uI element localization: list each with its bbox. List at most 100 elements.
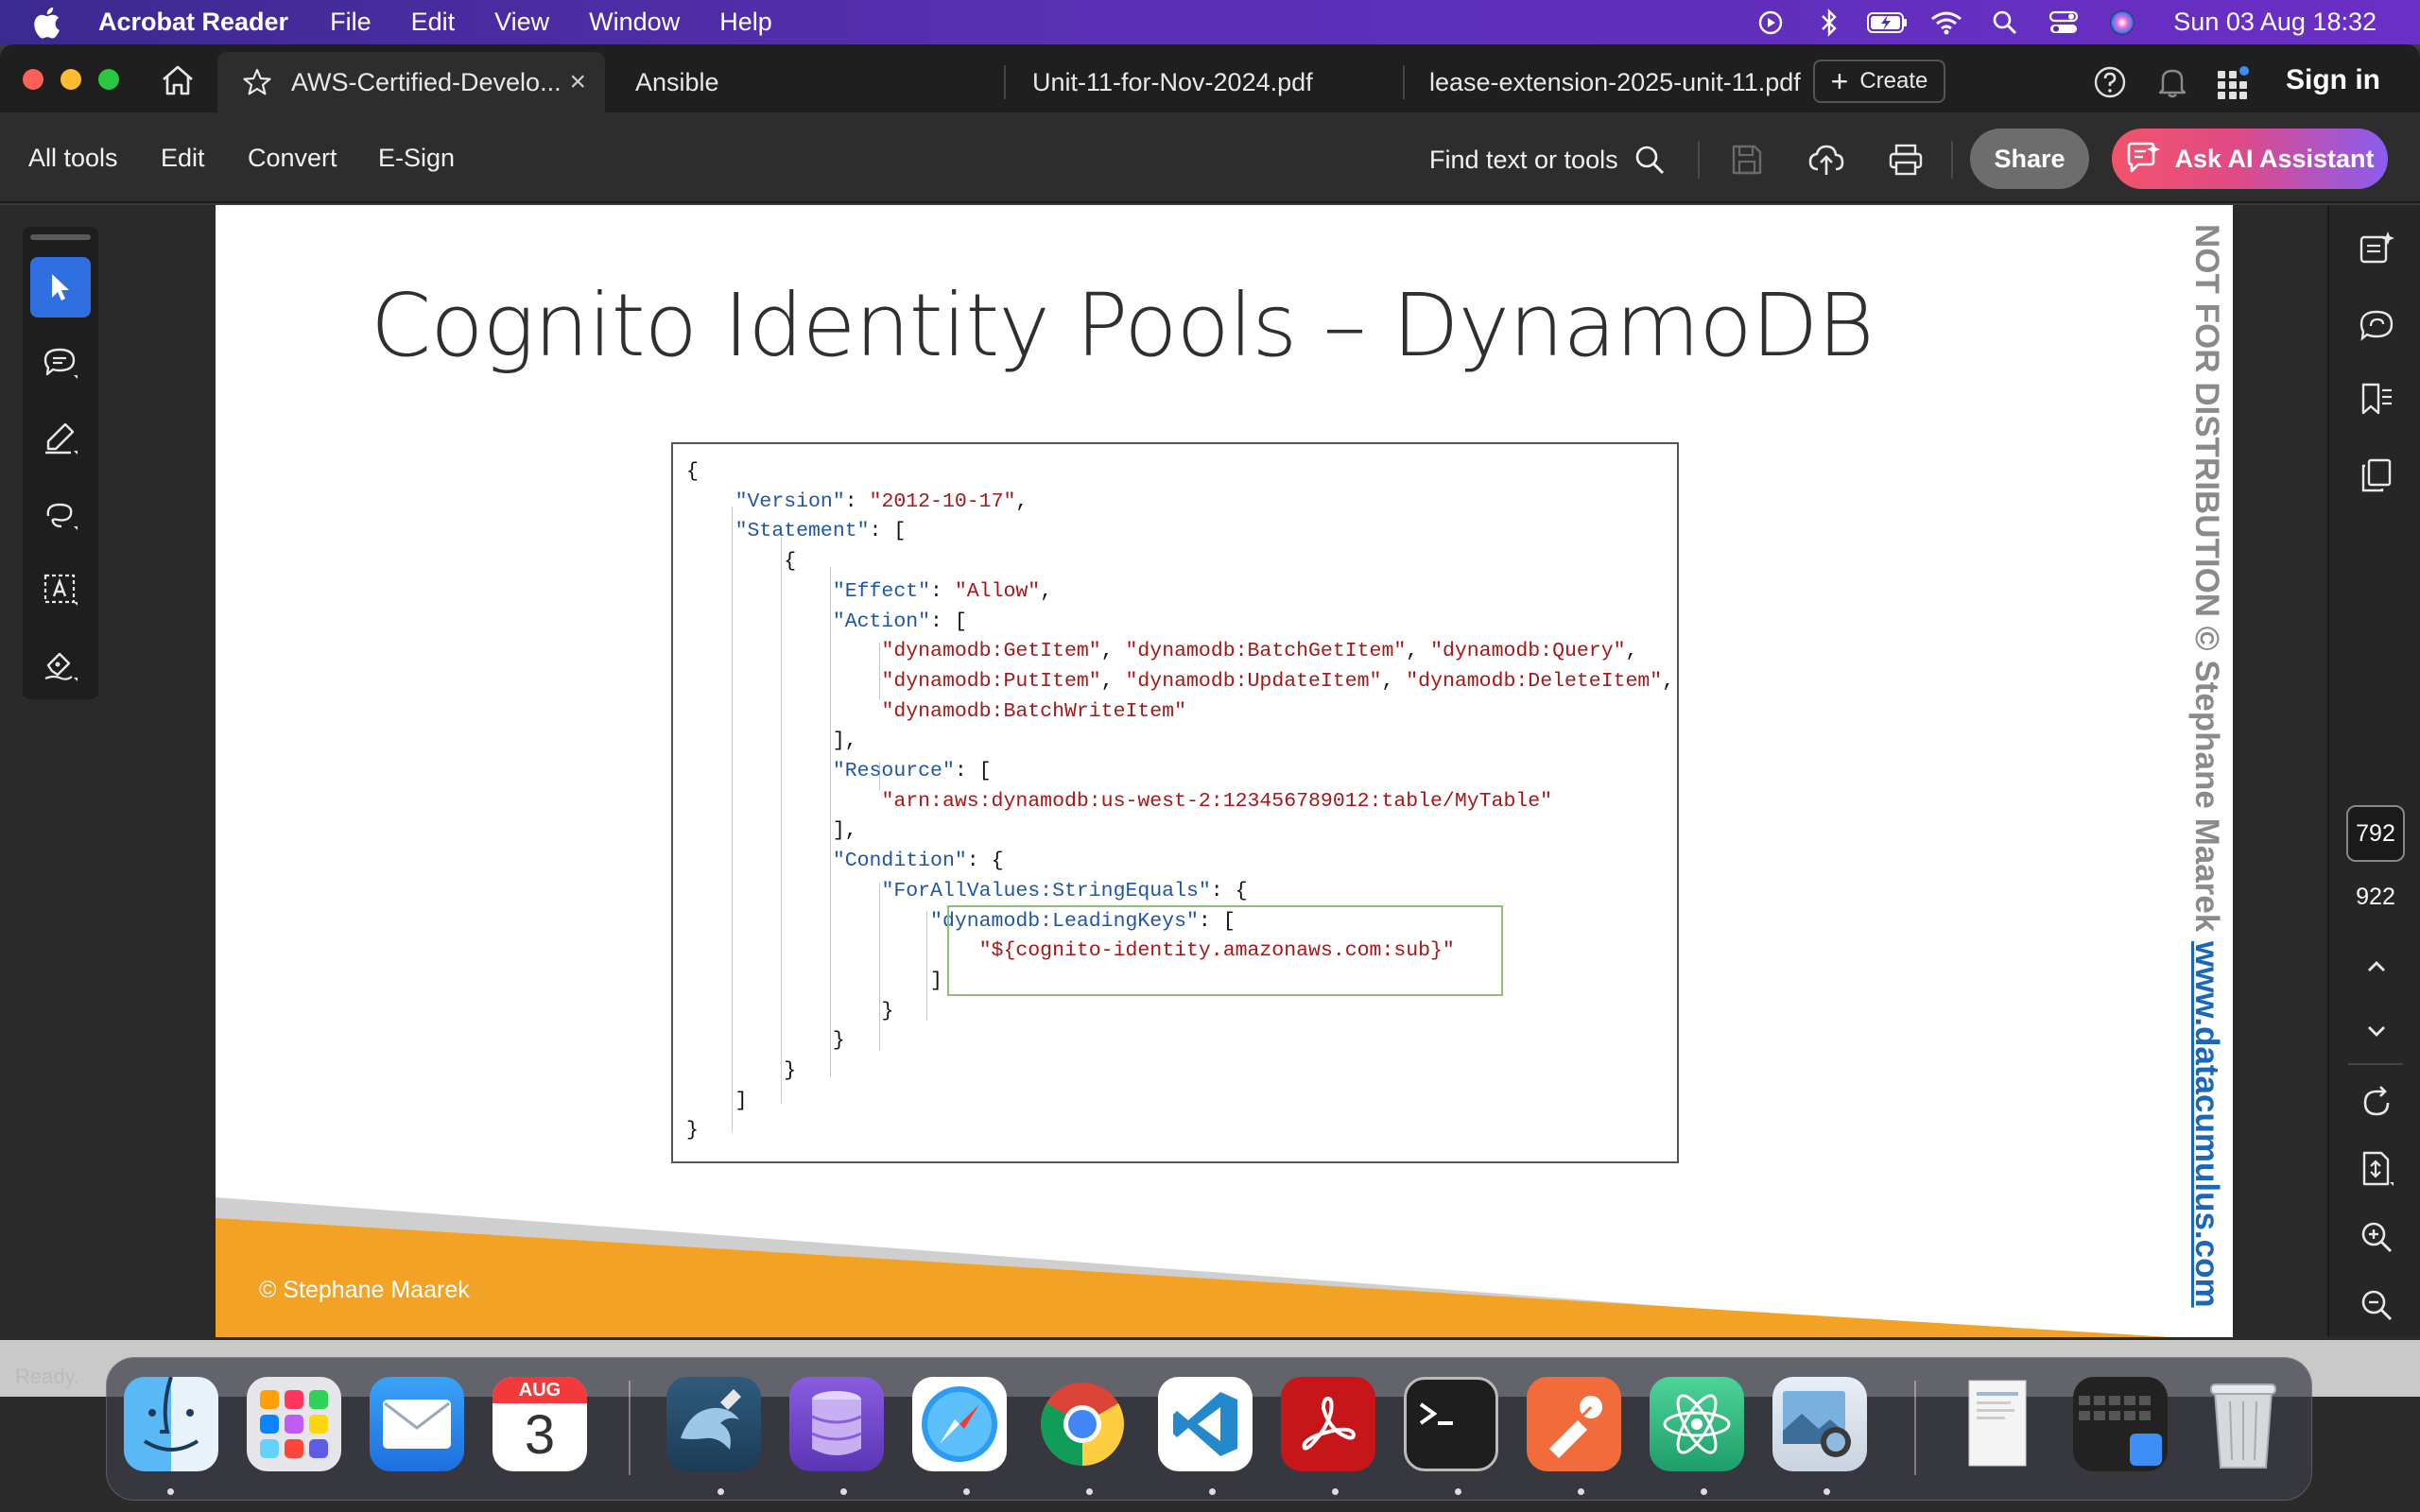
- window-close-button[interactable]: [23, 69, 43, 90]
- mysql-workbench-icon[interactable]: [666, 1377, 761, 1471]
- select-tool-button[interactable]: [30, 257, 91, 318]
- main-toolbar: All tools Edit Convert E-Sign Find text …: [0, 112, 2420, 203]
- acrobat-icon[interactable]: [1281, 1377, 1375, 1471]
- current-page-input[interactable]: 792: [2346, 805, 2405, 862]
- bookmarks-icon[interactable]: [2354, 377, 2399, 422]
- apps-grid-icon[interactable]: [2214, 63, 2252, 101]
- comment-tool-button[interactable]: [30, 333, 91, 393]
- wifi-icon[interactable]: [1924, 0, 1969, 44]
- freehand-icon: [46, 503, 78, 530]
- terminal-icon[interactable]: [1404, 1377, 1498, 1471]
- code-line: ]: [930, 969, 942, 992]
- siri-icon[interactable]: [2100, 0, 2145, 44]
- documents-stack-icon[interactable]: [1950, 1377, 2045, 1471]
- menu-window[interactable]: Window: [589, 8, 680, 37]
- window-minimize-button[interactable]: [60, 69, 81, 90]
- tab-close-icon[interactable]: ×: [569, 66, 586, 98]
- running-indicator: [717, 1488, 724, 1495]
- trash-icon[interactable]: [2196, 1377, 2290, 1471]
- save-icon[interactable]: [1726, 139, 1768, 180]
- convert-menu[interactable]: Convert: [248, 144, 337, 173]
- play-icon[interactable]: [1748, 0, 1793, 44]
- draw-tool-button[interactable]: [30, 484, 91, 544]
- database-app-icon[interactable]: [789, 1377, 884, 1471]
- zoom-out-icon[interactable]: [2354, 1282, 2399, 1328]
- comments-panel-icon[interactable]: [2354, 303, 2399, 349]
- finder-icon[interactable]: [124, 1377, 218, 1471]
- text-box-tool-button[interactable]: [30, 559, 91, 620]
- slide-title: Cognito Identity Pools – DynamoDB: [371, 275, 1875, 376]
- create-tab-button[interactable]: + Create: [1813, 60, 1945, 103]
- ai-summary-icon[interactable]: [2354, 226, 2399, 271]
- control-center-icon[interactable]: [2041, 0, 2086, 44]
- star-icon[interactable]: [242, 67, 272, 97]
- window-zoom-button[interactable]: [98, 69, 119, 90]
- menu-file[interactable]: File: [330, 8, 372, 37]
- json-string: "dynamodb:BatchGetItem": [1125, 640, 1407, 663]
- launchpad-icon[interactable]: [247, 1377, 341, 1471]
- json-key: "Version": [735, 490, 845, 513]
- pdf-page[interactable]: Cognito Identity Pools – DynamoDB { "Ver…: [216, 205, 2233, 1337]
- edit-menu[interactable]: Edit: [161, 144, 205, 173]
- watermark-link[interactable]: www.datacumulus.com: [2188, 941, 2225, 1308]
- highlight-tool-button[interactable]: [30, 408, 91, 469]
- bluetooth-icon[interactable]: [1806, 0, 1852, 44]
- print-icon[interactable]: [1885, 139, 1927, 180]
- tab-ansible[interactable]: Ansible: [635, 52, 719, 112]
- mail-icon[interactable]: [370, 1377, 464, 1471]
- tab-aws-certified[interactable]: AWS-Certified-Develo... ×: [217, 52, 605, 112]
- home-icon[interactable]: [157, 61, 199, 99]
- tab-divider: [1403, 65, 1405, 99]
- chrome-icon[interactable]: [1035, 1377, 1130, 1471]
- zoom-in-icon[interactable]: [2354, 1214, 2399, 1260]
- drag-handle[interactable]: [30, 234, 91, 240]
- vscode-icon[interactable]: [1158, 1377, 1253, 1471]
- esign-menu[interactable]: E-Sign: [378, 144, 455, 173]
- battery-icon[interactable]: [1865, 0, 1910, 44]
- highlighter-icon: [45, 422, 78, 455]
- tab-unit-11[interactable]: Unit-11-for-Nov-2024.pdf: [1032, 52, 1313, 112]
- preview-icon[interactable]: [1772, 1377, 1867, 1471]
- notifications-bell-icon[interactable]: [2153, 63, 2191, 101]
- apple-icon[interactable]: [32, 7, 70, 39]
- running-indicator: [840, 1488, 847, 1495]
- menubar-clock[interactable]: Sun 03 Aug 18:32: [2173, 8, 2377, 37]
- chevron-up-icon[interactable]: [2354, 944, 2399, 989]
- json-string: "dynamodb:DeleteItem": [1406, 669, 1663, 693]
- json-string: "dynamodb:BatchWriteItem": [881, 699, 1186, 723]
- page-fit-icon[interactable]: [2354, 1146, 2399, 1192]
- plus-icon: +: [1830, 64, 1849, 98]
- menu-view[interactable]: View: [494, 8, 549, 37]
- tab-lease-extension[interactable]: lease-extension-2025-unit-11.pdf: [1429, 52, 1801, 112]
- rotate-icon[interactable]: [2354, 1080, 2399, 1125]
- chevron-down-icon[interactable]: [2354, 1008, 2399, 1054]
- cloud-upload-icon[interactable]: [1806, 139, 1847, 180]
- app-menu[interactable]: Acrobat Reader: [98, 8, 288, 37]
- safari-icon[interactable]: [912, 1377, 1007, 1471]
- screenshot-stack-icon[interactable]: [2073, 1377, 2168, 1471]
- sign-in-button[interactable]: Sign in: [2286, 64, 2380, 96]
- atom-icon[interactable]: [1650, 1377, 1744, 1471]
- json-key: "Effect": [832, 579, 931, 603]
- page-thumbnails-icon[interactable]: [2354, 453, 2399, 498]
- quick-tools-rail: [23, 227, 98, 699]
- calendar-icon[interactable]: AUG 3: [493, 1377, 587, 1471]
- code-line: {: [686, 460, 699, 483]
- find-text-or-tools[interactable]: Find text or tools: [1429, 144, 1666, 176]
- json-string: "dynamodb:Query": [1430, 640, 1626, 663]
- ask-ai-assistant-button[interactable]: Ask AI Assistant: [2112, 129, 2388, 189]
- spotlight-icon[interactable]: [1982, 0, 2028, 44]
- menu-help[interactable]: Help: [719, 8, 772, 37]
- json-string: "dynamodb:GetItem": [881, 640, 1101, 663]
- postman-icon[interactable]: [1527, 1377, 1621, 1471]
- all-tools-menu[interactable]: All tools: [28, 144, 118, 173]
- tab-divider: [1004, 65, 1006, 99]
- create-label: Create: [1859, 68, 1928, 94]
- dock-divider: [1914, 1381, 1916, 1475]
- sign-tool-button[interactable]: [30, 635, 91, 696]
- help-icon[interactable]: [2091, 63, 2129, 101]
- share-button[interactable]: Share: [1970, 129, 2089, 189]
- json-key: "Resource": [832, 760, 955, 783]
- menu-edit[interactable]: Edit: [411, 8, 456, 37]
- json-string: "dynamodb:UpdateItem": [1125, 669, 1382, 693]
